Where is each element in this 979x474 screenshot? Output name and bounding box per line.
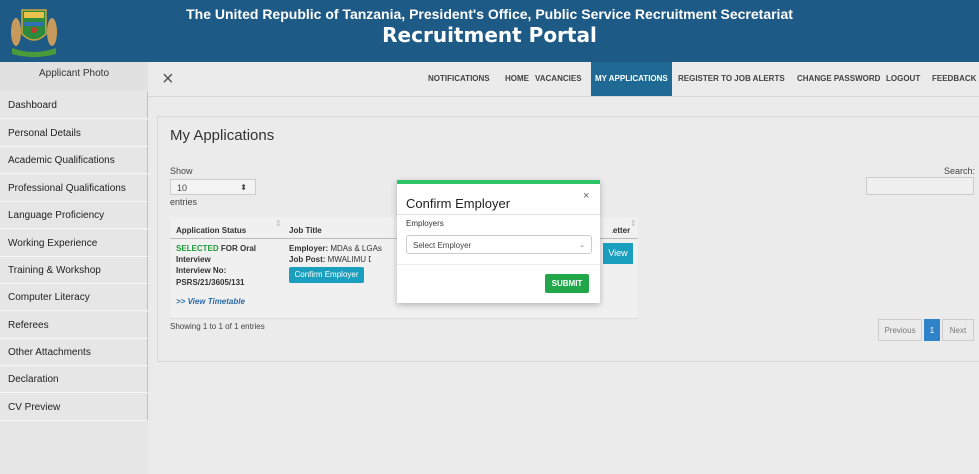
top-nav: × NOTIFICATIONS HOME VACANCIES MY APPLIC… (148, 62, 979, 97)
sidebar-item-declaration[interactable]: Declaration (0, 366, 148, 393)
sidebar-item-language-proficiency[interactable]: Language Proficiency (0, 202, 148, 229)
employer-label: Employer: (289, 244, 329, 253)
submit-button[interactable]: SUBMIT (545, 274, 589, 293)
header-title: The United Republic of Tanzania, Preside… (186, 6, 793, 22)
entries-label: entries (170, 197, 198, 207)
modal-footer-divider (397, 264, 600, 265)
sidebar-item-computer-literacy[interactable]: Computer Literacy (0, 284, 148, 311)
chevron-down-icon: ⌄ (579, 242, 585, 249)
confirm-employer-modal: Confirm Employer × Employers Select Empl… (397, 180, 600, 303)
sidebar-item-working-experience[interactable]: Working Experience (0, 230, 148, 257)
employer-select-placeholder: Select Employer (413, 241, 472, 250)
employer-value: MDAs & LGAs (328, 244, 382, 253)
job-post-value: MWALIMU DARAJ (327, 255, 371, 264)
view-letter-button[interactable]: View (603, 243, 633, 264)
sidebar-item-other-attachments[interactable]: Other Attachments (0, 339, 148, 366)
pagination-page-1[interactable]: 1 (924, 319, 940, 341)
page-title: My Applications (170, 127, 275, 144)
applicant-photo: Applicant Photo (0, 62, 148, 90)
pagination-next[interactable]: Next (942, 319, 974, 341)
sidebar-item-professional-qualifications[interactable]: Professional Qualifications (0, 175, 148, 202)
job-post-line: Job Post: MWALIMU DARAJ (289, 254, 371, 265)
sidebar-item-cv-preview[interactable]: CV Preview (0, 394, 148, 421)
pagination-previous[interactable]: Previous (878, 319, 922, 341)
modal-title: Confirm Employer (406, 196, 511, 211)
nav-feedback[interactable]: FEEDBACK (928, 62, 979, 96)
status-selected: SELECTED (176, 244, 219, 253)
sort-icon[interactable]: ⇕ (630, 219, 637, 228)
status-line-2: Interview (176, 255, 211, 264)
view-timetable-link[interactable]: >> View Timetable (176, 297, 245, 306)
close-icon[interactable]: × (583, 190, 589, 202)
interview-no-label: Interview No: (176, 266, 227, 275)
portal-title: Recruitment Portal (382, 23, 597, 47)
site-header: The United Republic of Tanzania, Preside… (0, 0, 979, 62)
employers-label: Employers (406, 219, 444, 228)
nav-my-applications[interactable]: MY APPLICATIONS (591, 62, 672, 96)
header-job-title[interactable]: Job Title (289, 226, 322, 235)
sidebar: Applicant Photo Dashboard Personal Detai… (0, 62, 148, 474)
nav-register-job-alerts[interactable]: REGISTER TO JOB ALERTS (674, 62, 789, 96)
sidebar-item-academic-qualifications[interactable]: Academic Qualifications (0, 147, 148, 174)
nav-vacancies[interactable]: VACANCIES (531, 62, 586, 96)
interview-no-value: PSRS/21/3605/131 (176, 278, 245, 287)
sidebar-item-training-workshop[interactable]: Training & Workshop (0, 257, 148, 284)
show-label: Show (170, 166, 193, 176)
nav-logout[interactable]: LOGOUT (882, 62, 924, 96)
close-icon[interactable]: × (162, 68, 174, 91)
entries-value: 10 (177, 183, 188, 193)
sidebar-item-personal-details[interactable]: Personal Details (0, 120, 148, 147)
showing-entries-text: Showing 1 to 1 of 1 entries (170, 322, 265, 331)
sidebar-item-dashboard[interactable]: Dashboard (0, 92, 148, 119)
modal-divider (397, 214, 600, 215)
sidebar-item-referees[interactable]: Referees (0, 312, 148, 339)
nav-home[interactable]: HOME (501, 62, 533, 96)
updown-icon: ⬍ (240, 183, 247, 192)
status-line-1: SELECTED FOR Oral (176, 243, 256, 254)
search-label: Search: (944, 166, 976, 176)
nav-change-password[interactable]: CHANGE PASSWORD (793, 62, 884, 96)
search-input[interactable] (866, 177, 974, 195)
header-letter[interactable]: Letter (612, 226, 630, 235)
sort-icon[interactable]: ⇕ (275, 219, 282, 228)
entries-select[interactable]: 10 ⬍ (170, 179, 256, 195)
status-rest: FOR Oral (218, 244, 257, 253)
employer-select[interactable]: Select Employer ⌄ (406, 235, 592, 254)
header-application-status[interactable]: Application Status (176, 226, 246, 235)
nav-notifications[interactable]: NOTIFICATIONS (424, 62, 494, 96)
employer-line: Employer: MDAs & LGAs (289, 243, 382, 254)
confirm-employer-button[interactable]: Confirm Employer (289, 267, 364, 283)
job-post-label: Job Post: (289, 255, 326, 264)
